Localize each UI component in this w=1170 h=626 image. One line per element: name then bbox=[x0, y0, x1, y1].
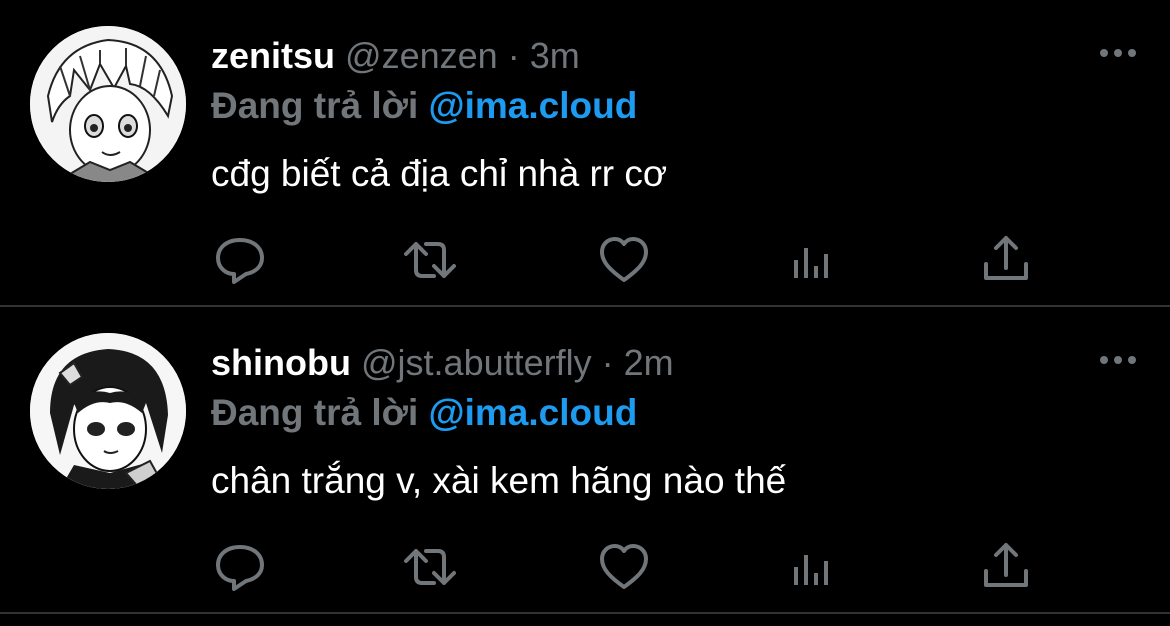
replying-to: Đang trả lời @ima.cloud bbox=[211, 82, 637, 130]
reply-icon[interactable] bbox=[212, 232, 268, 288]
tweet-text: cđg biết cả địa chỉ nhà rr cơ bbox=[211, 153, 668, 194]
timestamp[interactable]: 3m bbox=[530, 35, 580, 76]
user-handle[interactable]: @jst.abutterfly bbox=[361, 342, 592, 383]
avatar[interactable] bbox=[30, 26, 186, 182]
share-icon[interactable] bbox=[978, 539, 1034, 595]
separator-dot: · bbox=[601, 342, 614, 383]
more-options-icon[interactable] bbox=[1096, 38, 1140, 68]
mention-link[interactable]: @ima.cloud bbox=[429, 85, 638, 126]
avatar[interactable] bbox=[30, 333, 186, 489]
display-name[interactable]: zenitsu bbox=[211, 35, 335, 76]
mention-link[interactable]: @ima.cloud bbox=[429, 392, 638, 433]
tweet-item[interactable]: shinobu @jst.abutterfly · 2m Đang trả lờ… bbox=[0, 307, 1170, 614]
separator-dot: · bbox=[507, 35, 520, 76]
tweet-text: chân trắng v, xài kem hãng nào thế bbox=[211, 460, 787, 501]
share-icon[interactable] bbox=[978, 232, 1034, 288]
views-icon[interactable] bbox=[786, 539, 842, 595]
tweet-actions bbox=[212, 539, 1032, 595]
replying-label: Đang trả lời bbox=[211, 392, 419, 433]
anime-avatar-icon bbox=[30, 333, 186, 489]
like-icon[interactable] bbox=[596, 232, 652, 288]
tweet-header: zenitsu @zenzen · 3m bbox=[211, 32, 580, 80]
tweet-item[interactable]: zenitsu @zenzen · 3m Đang trả lời @ima.c… bbox=[0, 0, 1170, 307]
like-icon[interactable] bbox=[596, 539, 652, 595]
user-handle[interactable]: @zenzen bbox=[345, 35, 498, 76]
retweet-icon[interactable] bbox=[402, 232, 458, 288]
display-name[interactable]: shinobu bbox=[211, 342, 351, 383]
replying-to: Đang trả lời @ima.cloud bbox=[211, 389, 637, 437]
tweet-actions bbox=[212, 232, 1032, 288]
views-icon[interactable] bbox=[786, 232, 842, 288]
replying-label: Đang trả lời bbox=[211, 85, 419, 126]
anime-avatar-icon bbox=[30, 26, 186, 182]
timestamp[interactable]: 2m bbox=[624, 342, 674, 383]
reply-icon[interactable] bbox=[212, 539, 268, 595]
retweet-icon[interactable] bbox=[402, 539, 458, 595]
more-options-icon[interactable] bbox=[1096, 345, 1140, 375]
tweet-header: shinobu @jst.abutterfly · 2m bbox=[211, 339, 674, 387]
